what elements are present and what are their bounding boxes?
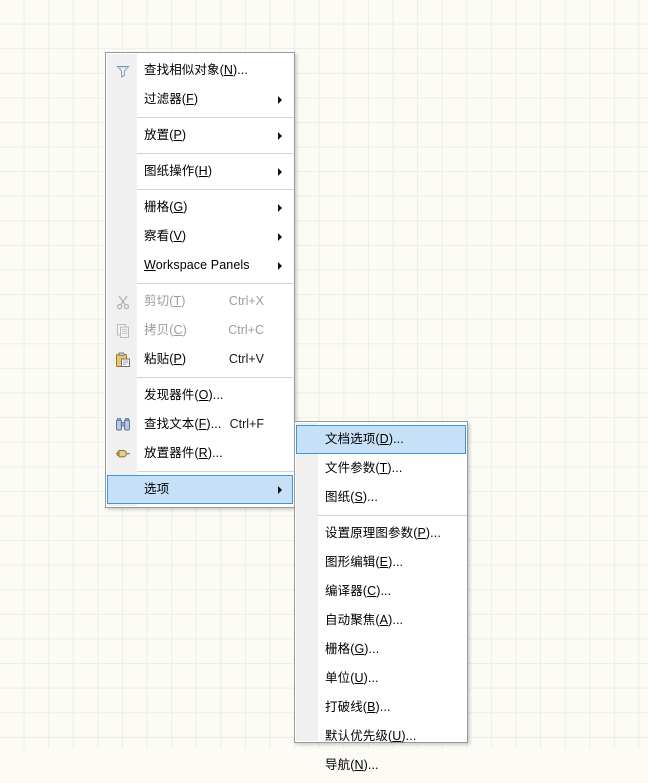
menu-item-grids[interactable]: 栅格(G)... [296,635,466,664]
menu-item-label: 文件参数(T)... [325,461,403,475]
schematic-right-click-menu[interactable]: 查找相似对象(N)... 过滤器(F) 放置(P) 图纸操作(H) 栅格(G) 察看(V)… [105,52,295,508]
menu-item-find-similar-objects[interactable]: 查找相似对象(N)... [107,56,293,85]
menu-item-icon-slot [297,722,319,751]
menu-item-shortcut: Ctrl+F [229,417,264,431]
menu-item-discover-components[interactable]: 发现器件(O)... [107,381,293,410]
menu-item-icon-slot [108,85,138,114]
menu-item-label: 选项 [144,482,170,496]
submenu-arrow-icon [278,167,282,176]
menu-separator [137,153,294,154]
scissors-icon [108,287,138,316]
menu-item-compiler[interactable]: 编译器(C)... [296,577,466,606]
menu-separator [137,377,294,378]
menu-item-snap-grid[interactable]: 栅格(G) [107,193,293,222]
menu-item-icon-slot [108,475,138,504]
menu-separator [318,515,467,516]
menu-item-break-wire[interactable]: 打破线(B)... [296,693,466,722]
menu-item-label: 放置(P) [144,128,187,142]
menu-item-label: 粘贴(P) [144,352,187,366]
menu-separator [137,117,294,118]
menu-separator [137,189,294,190]
menu-item-label: 剪切(T) [144,294,186,308]
menu-item-label: 拷贝(C) [144,323,187,337]
clipboard-paste-icon [108,345,138,374]
menu-item-shortcut: Ctrl+V [228,352,264,366]
menu-item-default-prim[interactable]: 默认优先级(U)... [296,722,466,751]
menu-item-label: 察看(V) [144,229,187,243]
menu-item-label: Workspace Panels [144,258,250,272]
menu-item-label: 栅格(G)... [325,642,380,656]
menu-item-cut: 剪切(T) Ctrl+X [107,287,293,316]
menu-item-icon-slot [108,251,138,280]
menu-item-document-options[interactable]: 文档选项(D)... [296,425,466,454]
menu-item-sheet[interactable]: 图纸(S)... [296,483,466,512]
menu-item-label: 单位(U)... [325,671,379,685]
submenu-arrow-icon [278,485,282,494]
menu-item-navigation[interactable]: 导航(N)... [296,751,466,780]
submenu-arrow-icon [278,261,282,270]
menu-item-label: 编译器(C)... [325,584,392,598]
menu-item-paste[interactable]: 粘贴(P) Ctrl+V [107,345,293,374]
menu-item-shortcut: Ctrl+X [228,294,264,308]
menu-item-shortcut: Ctrl+C [228,323,264,337]
menu-item-icon-slot [297,548,319,577]
menu-item-place[interactable]: 放置(P) [107,121,293,150]
menu-item-copy: 拷贝(C) Ctrl+C [107,316,293,345]
menu-item-workspace-panels[interactable]: Workspace Panels [107,251,293,280]
menu-item-icon-slot [108,222,138,251]
menu-item-view[interactable]: 察看(V) [107,222,293,251]
menu-item-label: 导航(N)... [325,758,379,772]
menu-item-auto-focus[interactable]: 自动聚焦(A)... [296,606,466,635]
menu-item-icon-slot [297,693,319,722]
submenu-arrow-icon [278,95,282,104]
menu-item-icon-slot [297,454,319,483]
options-submenu[interactable]: 文档选项(D)... 文件参数(T)... 图纸(S)... 设置原理图参数(P)..… [294,421,468,772]
menu-item-label: 自动聚焦(A)... [325,613,404,627]
menu-item-filters[interactable]: 过滤器(F) [107,85,293,114]
menu-item-schematic-preferences[interactable]: 设置原理图参数(P)... [296,519,466,548]
menu-item-icon-slot [297,425,319,454]
menu-item-label: 图形编辑(E)... [325,555,404,569]
menu-item-label: 查找文本(F)... [144,417,222,431]
menu-item-sheet-actions[interactable]: 图纸操作(H) [107,157,293,186]
menu-item-label: 设置原理图参数(P)... [325,526,441,540]
menu-item-label: 打破线(B)... [325,700,391,714]
menu-item-icon-slot [108,121,138,150]
menu-item-find-text[interactable]: 查找文本(F)... Ctrl+F [107,410,293,439]
menu-item-icon-slot [108,157,138,186]
menu-separator [137,283,294,284]
menu-item-label: 文档选项(D)... [325,432,404,446]
menu-item-label: 查找相似对象(N)... [144,63,248,77]
binoculars-icon [108,410,138,439]
menu-item-graphical-editing[interactable]: 图形编辑(E)... [296,548,466,577]
menu-item-icon-slot [108,193,138,222]
menu-item-label: 图纸操作(H) [144,164,213,178]
menu-item-icon-slot [297,664,319,693]
menu-item-units[interactable]: 单位(U)... [296,664,466,693]
menu-item-options[interactable]: 选项 [107,475,293,504]
menu-item-icon-slot [297,606,319,635]
menu-item-label: 栅格(G) [144,200,188,214]
menu-item-label: 图纸(S)... [325,490,378,504]
menu-item-icon-slot [297,635,319,664]
menu-item-icon-slot [297,751,319,780]
menu-item-icon-slot [297,577,319,606]
submenu-arrow-icon [278,131,282,140]
menu-item-icon-slot [108,381,138,410]
component-pin-icon [108,439,138,468]
filter-funnel-icon [108,56,138,85]
menu-item-place-component[interactable]: 放置器件(R)... [107,439,293,468]
menu-item-label: 过滤器(F) [144,92,199,106]
menu-item-icon-slot [297,519,319,548]
submenu-arrow-icon [278,232,282,241]
submenu-arrow-icon [278,203,282,212]
menu-item-label: 发现器件(O)... [144,388,224,402]
menu-separator [137,471,294,472]
copy-pages-icon [108,316,138,345]
menu-item-label: 默认优先级(U)... [325,729,417,743]
menu-item-label: 放置器件(R)... [144,446,223,460]
menu-item-icon-slot [297,483,319,512]
menu-item-file-parameters[interactable]: 文件参数(T)... [296,454,466,483]
